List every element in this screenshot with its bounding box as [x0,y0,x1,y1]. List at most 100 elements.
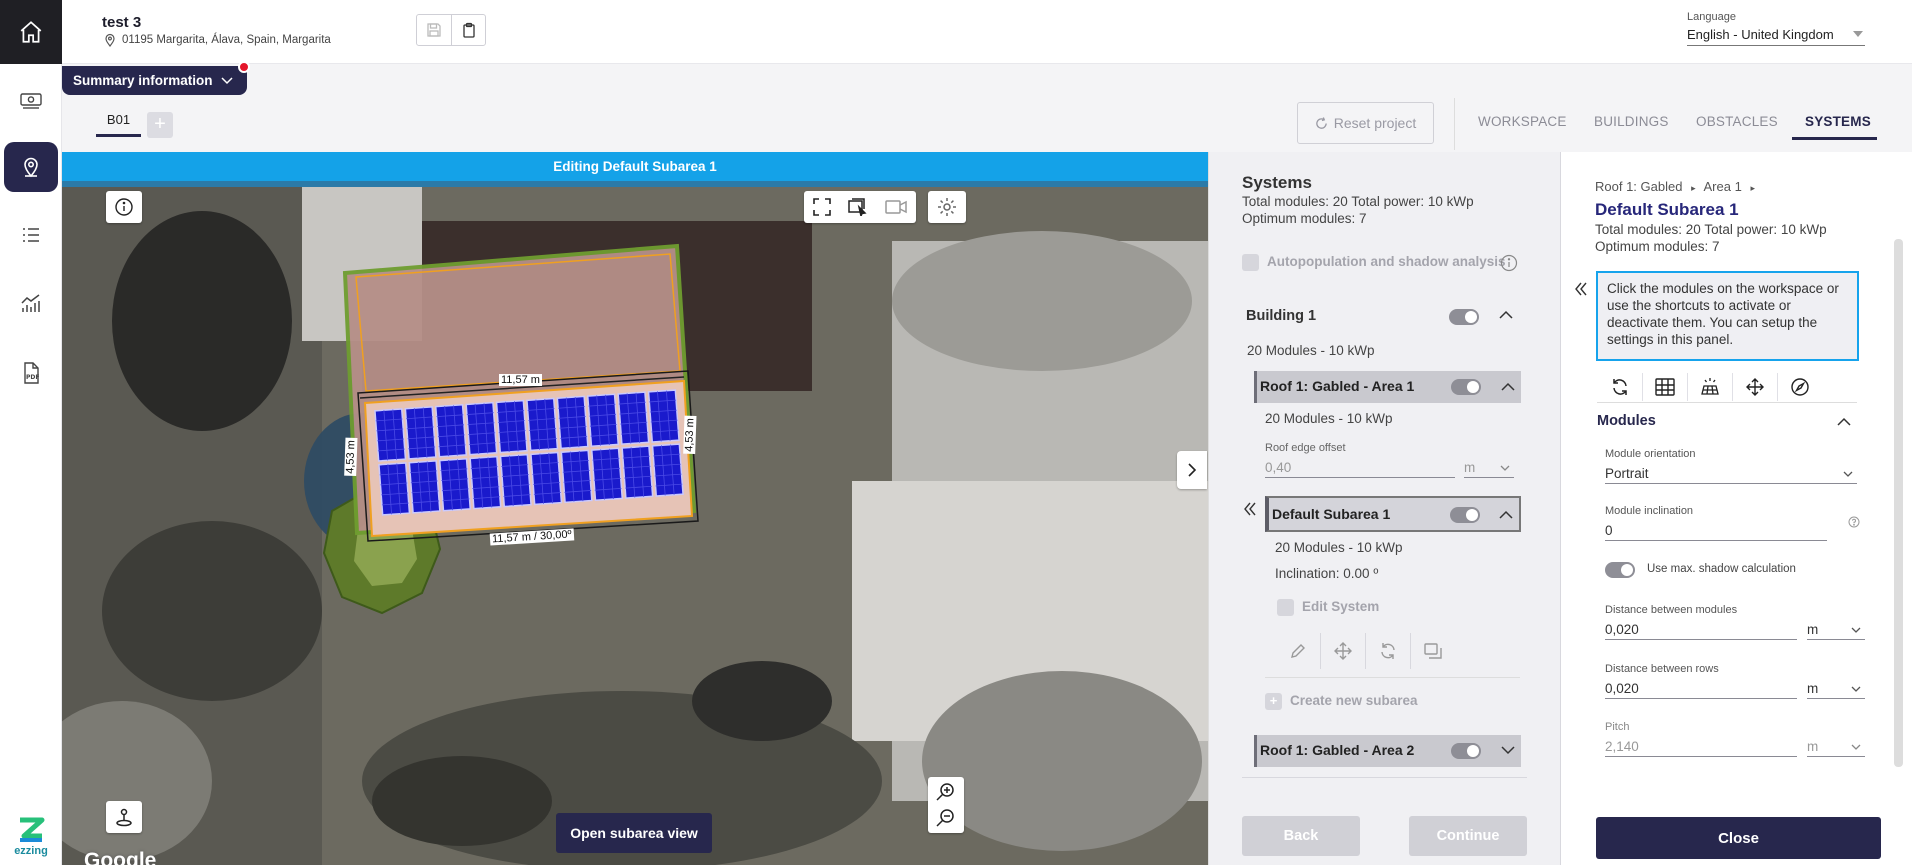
default-subarea-card[interactable]: Default Subarea 1 [1265,496,1521,532]
rail-item-list[interactable] [4,210,58,260]
collapse-panel-button[interactable] [1177,451,1207,489]
solar-module[interactable] [499,453,532,508]
solar-module[interactable] [621,445,654,499]
move-modules-button[interactable] [1732,373,1777,401]
map-settings-button[interactable] [928,191,966,223]
solar-module[interactable] [617,391,650,445]
tab-obstacles[interactable]: OBSTACLES [1696,114,1778,129]
building-toggle[interactable] [1449,309,1479,325]
back-button[interactable]: Back [1242,816,1360,856]
solar-module[interactable] [526,397,559,452]
refresh-modules-button[interactable] [1597,373,1642,401]
continue-button[interactable]: Continue [1409,816,1527,856]
edit-tool-button[interactable] [1275,633,1320,669]
roof1-toggle[interactable] [1451,379,1481,395]
help-icon[interactable] [1848,516,1860,528]
solar-module[interactable] [434,403,468,458]
roof-edge-offset-input[interactable]: 0,40 [1265,460,1455,478]
rotate-tool-button[interactable] [1365,633,1410,669]
double-chevron-left-icon[interactable] [1244,502,1256,516]
satellite-map[interactable]: 11,57 m 11,57 m / 30,00º 4,53 m 4,53 m O… [62,181,1208,865]
rail-item-location[interactable] [4,142,58,192]
tab-workspace[interactable]: WORKSPACE [1478,114,1567,129]
rail-item-pdf[interactable]: PDF [4,348,58,398]
chevron-up-icon[interactable] [1499,310,1513,319]
solar-module[interactable] [556,395,589,450]
select-area-icon[interactable] [848,198,868,216]
chevron-down-icon[interactable] [1501,746,1515,755]
solar-module[interactable] [465,401,498,456]
clipboard-button[interactable] [451,15,485,45]
tab-systems[interactable]: SYSTEMS [1805,114,1871,129]
pitch-unit[interactable]: m [1807,739,1865,757]
tab-buildings[interactable]: BUILDINGS [1594,114,1669,129]
autopopulation-checkbox[interactable] [1242,254,1259,271]
zoom-in-icon[interactable] [936,782,956,802]
rail-item-analytics[interactable] [4,278,58,328]
chevron-up-icon[interactable] [1499,510,1513,519]
language-select[interactable]: English - United Kingdom [1687,27,1865,46]
open-subarea-view-button[interactable]: Open subarea view [556,813,712,853]
roof1-area1-card[interactable]: Roof 1: Gabled - Area 1 [1254,371,1521,403]
solar-module[interactable] [495,399,528,454]
solar-module[interactable] [404,406,437,460]
solar-module[interactable] [438,457,472,512]
module-orientation-select[interactable]: Portrait [1605,466,1857,484]
breadcrumb-item[interactable]: Roof 1: Gabled [1595,179,1682,194]
solar-module[interactable] [586,393,620,448]
autopopulation-option[interactable]: Autopopulation and shadow analysis [1242,254,1522,271]
close-button[interactable]: Close [1596,817,1881,859]
rail-item-budget[interactable] [4,75,58,125]
distance-rows-unit[interactable]: m [1807,681,1865,699]
address-text: 01195 Margarita, Álava, Spain, Margarita [122,34,331,46]
tab-building-b01[interactable]: B01 [96,112,141,137]
create-subarea-option[interactable]: + Create new subarea [1265,693,1418,710]
solar-module[interactable] [560,449,593,504]
street-view-button[interactable] [106,801,142,833]
chevron-up-icon[interactable] [1501,382,1515,391]
double-chevron-left-icon[interactable] [1575,282,1587,296]
solar-module[interactable] [530,451,563,506]
solar-module[interactable] [374,408,407,462]
distance-modules-unit[interactable]: m [1807,622,1865,640]
solar-module[interactable] [651,443,684,497]
add-building-button[interactable]: + [147,112,173,138]
breadcrumb-item[interactable]: Area 1 [1704,179,1742,194]
scrollbar[interactable] [1894,239,1903,767]
roof1-area2-card[interactable]: Roof 1: Gabled - Area 2 [1254,735,1521,767]
roof-edge-offset-unit[interactable]: m [1464,460,1514,478]
move-tool-button[interactable] [1320,633,1365,669]
map-info-button[interactable] [106,191,142,223]
pitch-input[interactable]: 2,140 [1605,739,1797,757]
home-button[interactable] [0,0,62,64]
solar-module[interactable] [590,447,624,502]
compass-button[interactable] [1777,373,1822,401]
solar-module[interactable] [408,460,441,514]
project-title: test 3 [102,14,142,31]
module-orientation-value: Portrait [1605,466,1649,481]
summary-information-tab[interactable]: Summary information [62,66,247,95]
grid-modules-button[interactable] [1642,373,1687,401]
autopopulation-info-icon[interactable] [1500,254,1518,272]
module-inclination-input[interactable]: 0 [1605,523,1827,541]
camera-3d-icon[interactable] [885,198,908,216]
roof-edge-offset-unit-value: m [1464,460,1476,475]
max-shadow-toggle[interactable] [1605,562,1635,578]
compass-icon [1791,378,1809,396]
solar-panel-button[interactable] [1687,373,1732,401]
solar-module[interactable] [469,455,502,510]
solar-module[interactable] [647,389,680,443]
roof2-toggle[interactable] [1451,743,1481,759]
reset-project-button[interactable]: Reset project [1297,102,1434,144]
save-button[interactable] [417,15,451,45]
zoom-out-icon[interactable] [936,808,956,828]
modules-section-header[interactable]: Modules [1597,413,1857,429]
solar-module[interactable] [378,462,411,516]
fullscreen-icon[interactable] [812,198,831,216]
distance-modules-input[interactable]: 0,020 [1605,622,1797,640]
map-canvas[interactable] [62,181,1208,865]
copy-tool-button[interactable] [1410,633,1455,669]
subarea-toggle[interactable] [1450,507,1480,523]
edit-system-option[interactable]: Edit System [1277,599,1379,616]
distance-rows-input[interactable]: 0,020 [1605,681,1797,699]
